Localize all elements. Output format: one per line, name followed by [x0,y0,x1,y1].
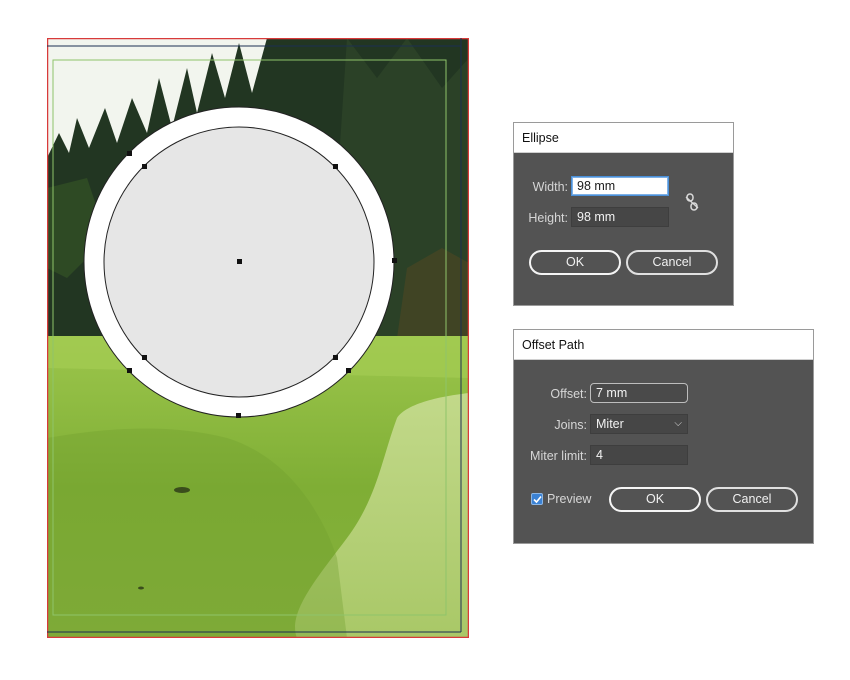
offset-dialog-title: Offset Path [522,338,585,352]
broken-link-icon[interactable] [684,193,700,211]
ellipse-dialog: Ellipse Width: 98 mm Height: 98 mm OK Ca… [513,122,734,306]
center-point [237,259,242,264]
joins-selected-value: Miter [596,417,624,431]
chevron-down-icon: ⌵ [674,418,682,429]
ellipse-dialog-titlebar[interactable]: Ellipse [514,123,733,153]
preview-label[interactable]: Preview [547,492,591,506]
width-label: Width: [532,180,568,194]
miter-limit-label: Miter limit: [530,449,587,463]
offset-dialog-titlebar[interactable]: Offset Path [514,330,813,360]
preview-checkbox[interactable] [531,493,543,505]
offset-label: Offset: [550,387,587,401]
ellipse-ok-button[interactable]: OK [529,250,621,275]
checkmark-icon [533,495,542,504]
width-input[interactable]: 98 mm [571,176,669,196]
offset-ok-button[interactable]: OK [609,487,701,512]
offset-cancel-button[interactable]: Cancel [706,487,798,512]
miter-limit-input[interactable]: 4 [590,445,688,465]
height-input[interactable]: 98 mm [571,207,669,227]
ellipse-dialog-title: Ellipse [522,131,559,145]
offset-path-dialog: Offset Path Offset: 7 mm Joins: Miter ⌵ … [513,329,814,544]
joins-select[interactable]: Miter ⌵ [590,414,688,434]
joins-label: Joins: [554,418,587,432]
height-label: Height: [528,211,568,225]
offset-input[interactable]: 7 mm [590,383,688,403]
ellipse-cancel-button[interactable]: Cancel [626,250,718,275]
